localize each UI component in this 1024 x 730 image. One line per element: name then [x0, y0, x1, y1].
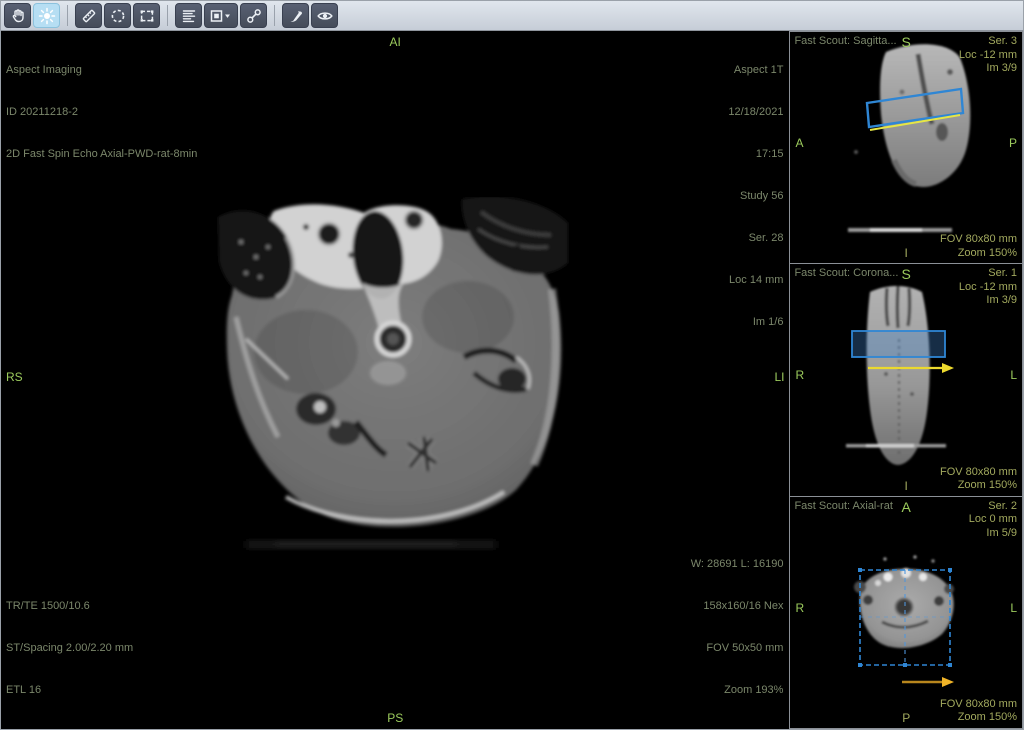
eye-icon [316, 7, 334, 25]
brush-tool-button[interactable] [282, 3, 309, 28]
sequence-name-label: 2D Fast Spin Echo Axial-PWD-rat-8min [6, 147, 197, 161]
time-label: 17:15 [728, 147, 783, 161]
layout-icon [209, 7, 233, 25]
series-number-label: Ser. 28 [728, 231, 783, 245]
scout-panel-axial[interactable]: Fast Scout: Axial-rat A Ser. 2 Loc 0 mm … [789, 496, 1023, 729]
patient-id-label: ID 20211218-2 [6, 105, 197, 119]
display-params-overlay: W: 28691 L: 16190 158x160/16 Nex FOV 50x… [691, 529, 784, 725]
coronal-scout-image [790, 264, 1022, 495]
visibility-button[interactable] [311, 3, 338, 28]
toolbar-separator [167, 5, 168, 26]
mri-viewer-app: Aspect Imaging ID 20211218-2 2D Fast Spi… [0, 0, 1024, 730]
main-viewport[interactable]: Aspect Imaging ID 20211218-2 2D Fast Spi… [1, 31, 789, 729]
ellipse-roi-button[interactable] [104, 3, 131, 28]
axial-mri-image [216, 197, 571, 553]
toolbar-separator [67, 5, 68, 26]
study-number-label: Study 56 [728, 189, 783, 203]
measure-tool-button[interactable] [75, 3, 102, 28]
link-series-button[interactable] [240, 3, 267, 28]
slice-stack-roi [852, 331, 945, 357]
window-level-label: W: 28691 L: 16190 [691, 557, 784, 571]
text-lines-icon [180, 7, 198, 25]
slice-spacing-label: ST/Spacing 2.00/2.20 mm [6, 641, 133, 655]
viewer-content: Aspect Imaging ID 20211218-2 2D Fast Spi… [1, 31, 1023, 729]
orientation-right-label: LI [774, 370, 784, 384]
tr-te-label: TR/TE 1500/10.6 [6, 599, 133, 613]
rectangle-icon [138, 7, 156, 25]
sequence-params-overlay: TR/TE 1500/10.6 ST/Spacing 2.00/2.20 mm … [6, 571, 133, 725]
ellipse-icon [109, 7, 127, 25]
sun-icon [38, 7, 56, 25]
orientation-left-label: RS [6, 370, 23, 384]
text-overlay-button[interactable] [175, 3, 202, 28]
orientation-top-label: AI [390, 35, 401, 49]
toolbar-separator [274, 5, 275, 26]
orientation-bottom-label: PS [387, 711, 403, 725]
window-level-button[interactable] [33, 3, 60, 28]
matrix-nex-label: 158x160/16 Nex [691, 599, 784, 613]
rectangle-roi-button[interactable] [133, 3, 160, 28]
vendor-label: Aspect Imaging [6, 63, 197, 77]
paintbrush-icon [287, 7, 305, 25]
series-info-overlay: Aspect 1T 12/18/2021 17:15 Study 56 Ser.… [728, 35, 783, 357]
chain-link-icon [245, 7, 263, 25]
date-label: 12/18/2021 [728, 105, 783, 119]
ruler-icon [80, 7, 98, 25]
toolbar [1, 1, 1023, 31]
scanner-label: Aspect 1T [728, 63, 783, 77]
image-index-label: Im 1/6 [728, 315, 783, 329]
scout-panel-coronal[interactable]: Fast Scout: Corona... S Ser. 1 Loc -12 m… [789, 263, 1023, 495]
caret-down-icon [225, 14, 230, 17]
scout-panel-sagittal[interactable]: Fast Scout: Sagitta... S Ser. 3 Loc -12 … [789, 31, 1023, 263]
scout-sidebar: Fast Scout: Sagitta... S Ser. 3 Loc -12 … [789, 31, 1023, 729]
pan-tool-button[interactable] [4, 3, 31, 28]
sagittal-scout-image [790, 32, 1022, 263]
layout-button[interactable] [204, 3, 238, 28]
hand-icon [9, 7, 27, 25]
fov-label: FOV 50x50 mm [691, 641, 784, 655]
etl-label: ETL 16 [6, 683, 133, 697]
slice-location-label: Loc 14 mm [728, 273, 783, 287]
zoom-label: Zoom 193% [691, 683, 784, 697]
study-info-overlay: Aspect Imaging ID 20211218-2 2D Fast Spi… [6, 35, 197, 189]
axial-scout-image [790, 497, 1022, 728]
